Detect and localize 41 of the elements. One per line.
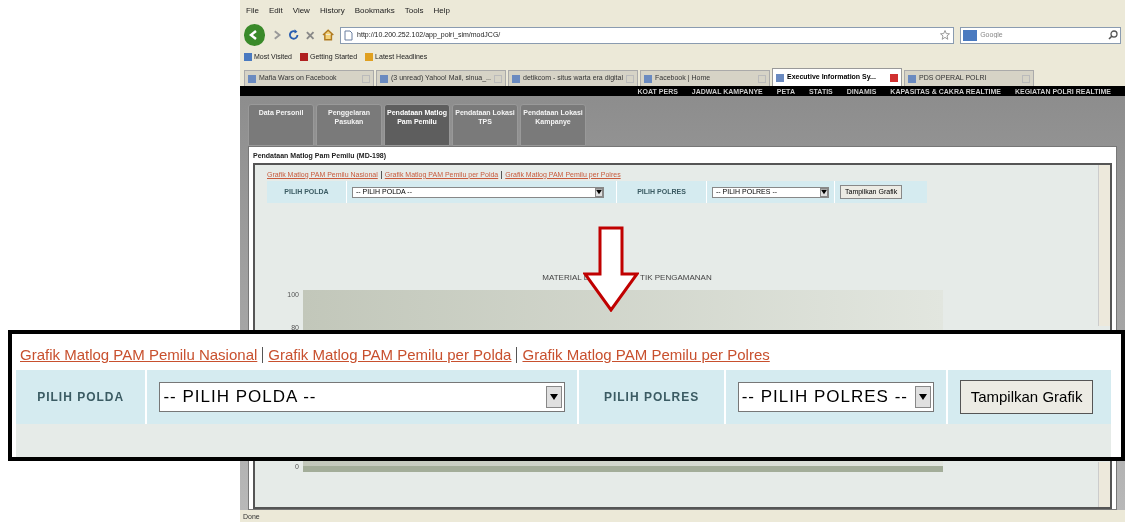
show-chart-button[interactable]: Tampilkan Grafik — [959, 380, 1094, 414]
field-label: PILIH POLRES — [579, 370, 726, 424]
tab-favicon-icon — [512, 74, 520, 83]
separator-bar — [516, 347, 518, 363]
menu-item[interactable]: View — [292, 5, 310, 17]
menu-item[interactable]: Bookmarks — [354, 5, 395, 17]
back-button[interactable] — [244, 24, 265, 46]
search-icon[interactable] — [1108, 30, 1118, 40]
tab-favicon-icon — [380, 74, 388, 83]
tab-favicon-icon — [644, 74, 652, 83]
separator-bar — [380, 170, 382, 180]
search-engine-icon[interactable] — [963, 29, 978, 41]
star-icon[interactable] — [940, 30, 951, 40]
dropdown[interactable]: -- PILIH POLRES -- — [737, 382, 934, 412]
menu-item[interactable]: Tools — [404, 5, 424, 17]
tab-favicon-icon — [248, 74, 256, 83]
separator-bar — [501, 170, 503, 180]
bookmark-icon — [365, 53, 374, 61]
chart-title: MATERIAL L — [542, 272, 589, 284]
bookmark-icon — [300, 53, 308, 61]
separator-bar — [262, 347, 264, 363]
menu-item[interactable]: File — [246, 5, 259, 17]
chart-title: TIK PENGAMANAN — [640, 272, 712, 284]
field-label: PILIH POLDA — [16, 370, 148, 424]
link[interactable]: Grafik Matlog PAM Pemilu per Polres — [522, 343, 770, 367]
reload-icon[interactable] — [288, 29, 300, 41]
down-arrow-icon — [583, 226, 639, 312]
dropdown-arrow-icon[interactable] — [595, 187, 603, 197]
dropdown[interactable]: -- PILIH POLDA -- — [159, 382, 566, 412]
link[interactable]: Grafik Matlog PAM Pemilu Nasional — [20, 343, 258, 367]
page-icon — [344, 29, 354, 41]
tab-favicon-icon — [776, 73, 784, 82]
tab-favicon-icon — [908, 74, 916, 83]
bookmark-icon — [244, 53, 252, 61]
home-icon[interactable] — [321, 29, 335, 41]
menu-item[interactable]: History — [319, 5, 345, 17]
dropdown-arrow-icon[interactable] — [820, 187, 828, 197]
stop-icon[interactable] — [305, 29, 316, 41]
menu-item[interactable]: Edit — [268, 5, 283, 17]
menu-item[interactable]: Help — [433, 5, 450, 17]
link[interactable]: Grafik Matlog PAM Pemilu per Polda — [268, 343, 512, 367]
